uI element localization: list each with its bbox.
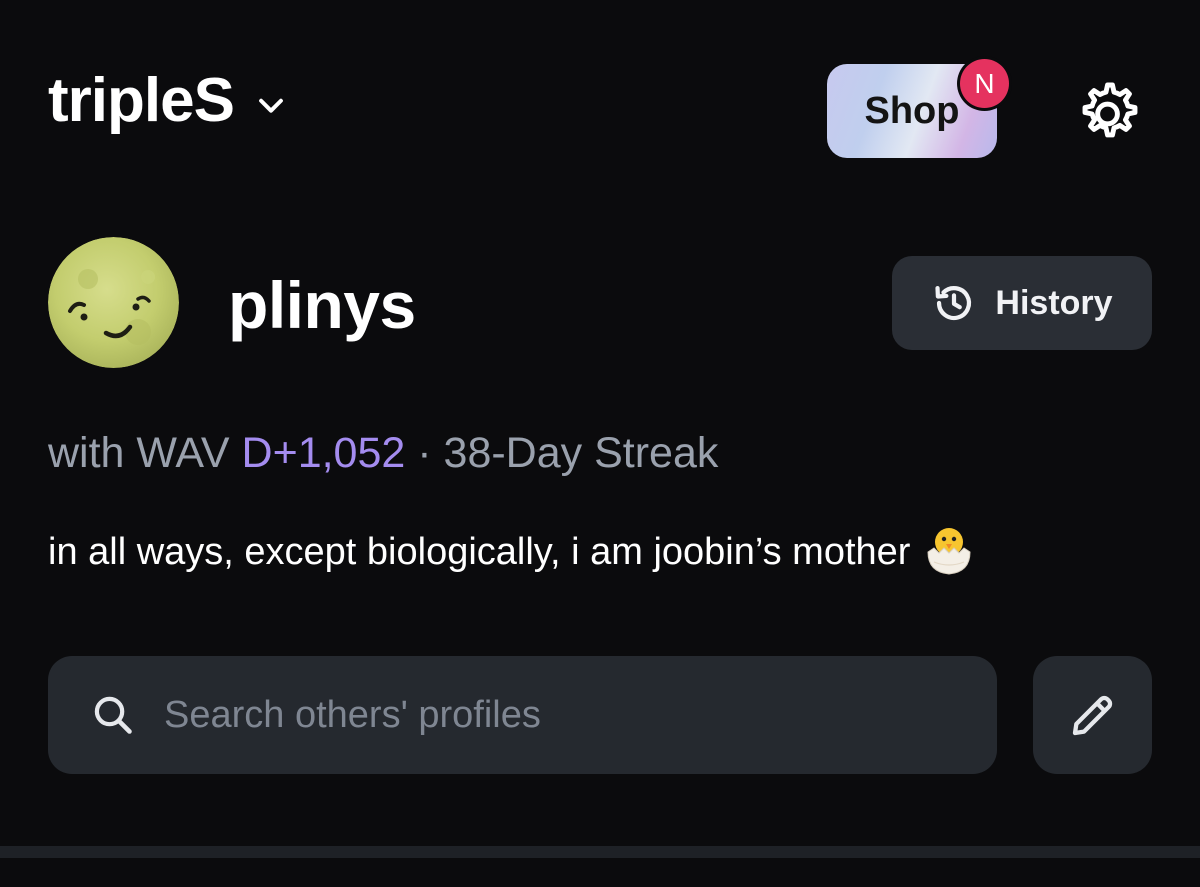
history-icon xyxy=(935,285,972,321)
avatar[interactable] xyxy=(48,237,179,368)
hatching-chick-icon xyxy=(927,528,971,575)
bio-text: in all ways, except biologically, i am j… xyxy=(48,531,911,574)
edit-profile-button[interactable] xyxy=(1033,656,1152,774)
profile-screen: tripleS Shop N plinys History with WAV D… xyxy=(0,0,1200,887)
streak-count: 38-Day Streak xyxy=(443,429,719,477)
search-icon xyxy=(94,696,132,734)
shop-button-label: Shop xyxy=(864,89,960,132)
stats-separator: · xyxy=(405,429,444,477)
chevron-down-icon xyxy=(259,98,283,113)
history-button-label: History xyxy=(995,283,1113,322)
app-title: tripleS xyxy=(48,66,235,135)
shop-new-badge: N xyxy=(960,59,1009,108)
profile-bio: in all ways, except biologically, i am j… xyxy=(48,528,974,576)
search-input[interactable] xyxy=(164,685,997,745)
membership-days: D+1,052 xyxy=(241,429,406,477)
section-divider xyxy=(0,846,1200,858)
pencil-icon xyxy=(1072,695,1112,736)
gear-icon xyxy=(1082,82,1138,138)
avatar-image xyxy=(48,237,179,368)
search-field[interactable] xyxy=(48,656,997,774)
username: plinys xyxy=(228,268,416,342)
stats-prefix: with WAV xyxy=(48,429,242,477)
membership-stats: with WAV D+1,052 · 38-Day Streak xyxy=(48,428,718,480)
settings-button[interactable] xyxy=(1070,74,1150,154)
app-switcher[interactable]: tripleS xyxy=(48,70,288,132)
history-button[interactable]: History xyxy=(892,256,1152,350)
